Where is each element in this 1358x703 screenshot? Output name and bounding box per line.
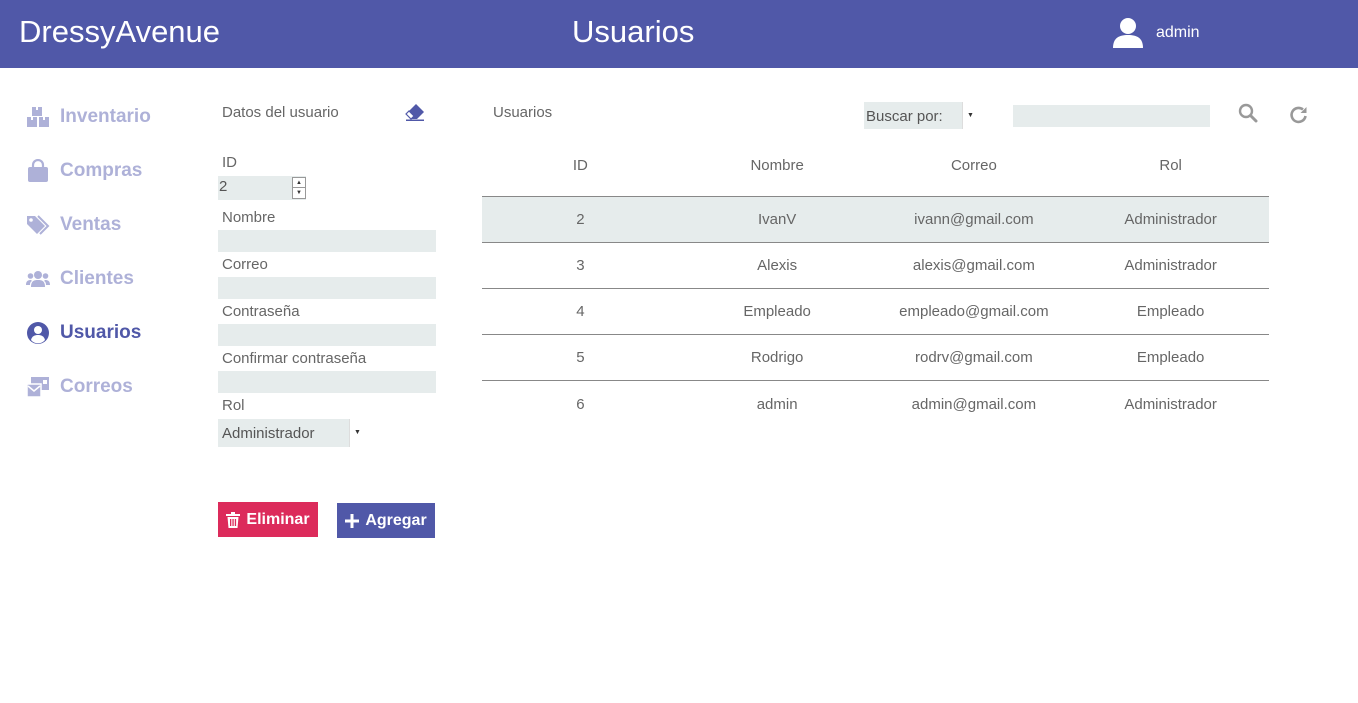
cell-id: 2 — [576, 211, 585, 228]
mail-bulk-icon — [26, 375, 50, 399]
table-row[interactable]: 3 Alexis alexis@gmail.com Administrador — [482, 243, 1269, 289]
correo-field[interactable] — [218, 277, 436, 299]
password-field[interactable] — [218, 324, 436, 346]
cell-rol: Empleado — [1136, 349, 1205, 366]
sidebar-item-label: Clientes — [60, 268, 134, 289]
user-icon — [1112, 17, 1144, 49]
form-title: Datos del usuario — [222, 104, 339, 121]
sidebar-item-compras[interactable]: Compras — [26, 144, 151, 198]
stepper-down-icon[interactable]: ▼ — [293, 188, 305, 198]
cell-correo: ivann@gmail.com — [914, 211, 1034, 228]
sidebar-item-inventario[interactable]: Inventario — [26, 90, 151, 144]
cell-nombre: admin — [756, 395, 798, 413]
rol-select[interactable]: Administrador ▼ — [218, 419, 365, 447]
cell-correo: empleado@gmail.com — [899, 303, 1049, 320]
sidebar-item-correos[interactable]: Correos — [26, 360, 151, 414]
confirm-password-label: Confirmar contraseña — [222, 350, 367, 367]
table-row[interactable]: 4 Empleado empleado@gmail.com Empleado — [482, 289, 1269, 335]
cell-nombre: Rodrigo — [750, 349, 804, 366]
cell-nombre: Alexis — [757, 257, 798, 274]
sidebar-nav: Inventario Compras Ventas Clientes Usuar… — [26, 90, 151, 414]
correo-label: Correo — [222, 256, 268, 273]
cell-correo: admin@gmail.com — [911, 395, 1037, 413]
table-row[interactable]: 2 IvanV ivann@gmail.com Administrador — [482, 197, 1269, 243]
sidebar-item-label: Ventas — [60, 214, 122, 235]
cell-rol: Administrador — [1124, 395, 1217, 413]
users-table: ID Nombre Correo Rol 2 IvanV ivann@gmail… — [482, 150, 1269, 427]
sidebar-item-ventas[interactable]: Ventas — [26, 198, 151, 252]
refresh-icon[interactable] — [1289, 105, 1309, 125]
search-by-value: Buscar por: — [866, 108, 943, 125]
user-form: Datos del usuario ID 2 ▲ ▼ Nombre Correo… — [218, 100, 438, 447]
cell-rol: Administrador — [1124, 211, 1217, 228]
tags-icon — [26, 213, 50, 237]
cell-id: 4 — [576, 303, 585, 320]
id-stepper[interactable]: 2 ▲ ▼ — [218, 176, 306, 200]
trash-icon — [226, 511, 241, 528]
users-icon — [26, 267, 50, 291]
cell-id: 3 — [576, 257, 585, 274]
rol-label: Rol — [222, 397, 245, 414]
delete-button-label: Eliminar — [246, 510, 310, 528]
sidebar-item-label: Inventario — [60, 106, 151, 127]
sidebar-item-label: Usuarios — [60, 322, 142, 343]
column-header-correo[interactable]: Correo — [876, 150, 1073, 196]
form-header: Datos del usuario — [218, 100, 438, 126]
search-icon[interactable] — [1238, 103, 1258, 123]
password-label: Contraseña — [222, 303, 300, 320]
brand-logo[interactable]: DressyAvenue — [19, 14, 220, 50]
boxes-icon — [26, 105, 50, 129]
page-title: Usuarios — [572, 14, 695, 49]
stepper-up-icon[interactable]: ▲ — [293, 178, 305, 188]
id-value: 2 — [219, 178, 228, 195]
nombre-field[interactable] — [218, 230, 436, 252]
top-header: DressyAvenue Usuarios admin — [0, 0, 1358, 68]
column-header-rol[interactable]: Rol — [1072, 150, 1269, 196]
table-row[interactable]: 5 Rodrigo rodrv@gmail.com Empleado — [482, 335, 1269, 381]
cell-rol: Empleado — [1136, 303, 1205, 320]
search-by-select[interactable]: Buscar por: ▼ — [864, 102, 978, 129]
sidebar-item-label: Compras — [60, 160, 143, 181]
rol-value: Administrador — [222, 425, 315, 442]
search-input[interactable] — [1013, 105, 1210, 127]
cell-correo: alexis@gmail.com — [912, 257, 1035, 274]
chevron-down-icon[interactable]: ▼ — [962, 102, 978, 129]
cell-id: 6 — [576, 395, 585, 413]
table-row[interactable]: 6 admin admin@gmail.com Administrador — [482, 381, 1269, 427]
eraser-icon[interactable] — [405, 103, 425, 121]
id-label: ID — [222, 154, 237, 171]
users-section-title: Usuarios — [493, 104, 553, 121]
add-button-label: Agregar — [365, 511, 427, 529]
shopping-bag-icon — [26, 158, 50, 183]
cell-nombre: Empleado — [743, 303, 811, 320]
plus-icon — [345, 513, 360, 529]
cell-correo: rodrv@gmail.com — [914, 349, 1033, 366]
user-circle-icon — [26, 321, 50, 345]
confirm-password-field[interactable] — [218, 371, 436, 393]
add-button[interactable]: Agregar — [337, 503, 435, 538]
cell-id: 5 — [576, 349, 585, 366]
column-header-id[interactable]: ID — [482, 150, 679, 196]
chevron-down-icon[interactable]: ▼ — [349, 419, 365, 447]
column-header-nombre[interactable]: Nombre — [679, 150, 876, 196]
cell-nombre: IvanV — [757, 211, 797, 228]
nombre-label: Nombre — [222, 209, 276, 226]
username-label: admin — [1156, 24, 1200, 41]
sidebar-item-clientes[interactable]: Clientes — [26, 252, 151, 306]
delete-button[interactable]: Eliminar — [218, 502, 318, 537]
table-header: ID Nombre Correo Rol — [482, 150, 1269, 197]
sidebar-item-label: Correos — [60, 376, 133, 397]
sidebar-item-usuarios[interactable]: Usuarios — [26, 306, 151, 360]
cell-rol: Administrador — [1124, 257, 1217, 274]
stepper-buttons[interactable]: ▲ ▼ — [292, 177, 306, 199]
user-menu[interactable]: admin — [1112, 17, 1200, 49]
